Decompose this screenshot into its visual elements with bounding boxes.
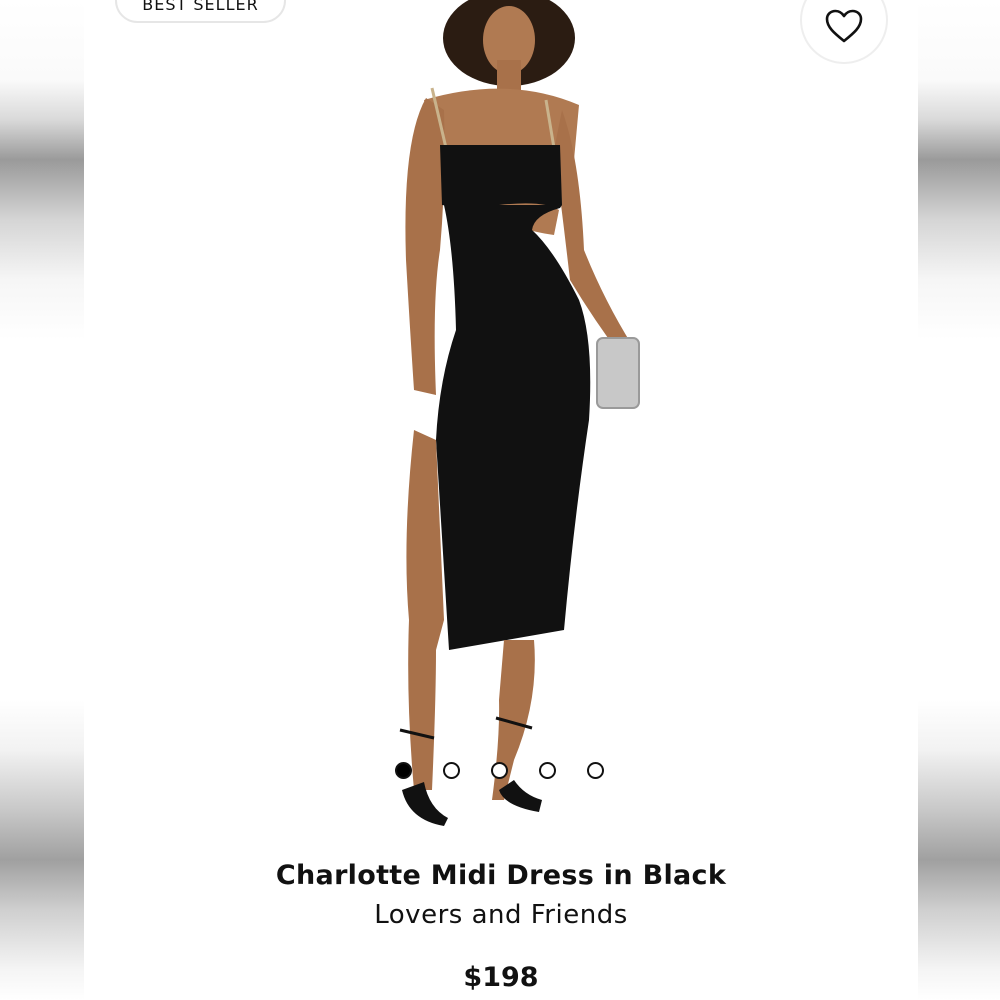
product-brand[interactable]: Lovers and Friends	[84, 900, 918, 930]
product-price: $198	[463, 962, 539, 993]
background-right-panel	[918, 0, 1000, 1000]
carousel-indicator	[395, 762, 604, 779]
product-card[interactable]: BEST SELLER Charlotte Midi Dress in Blac…	[84, 0, 918, 1000]
product-image[interactable]	[84, 0, 918, 845]
best-seller-badge: BEST SELLER	[115, 0, 286, 23]
carousel-dot-4[interactable]	[539, 762, 556, 779]
product-title[interactable]: Charlotte Midi Dress in Black	[84, 860, 918, 891]
background-left-panel	[0, 0, 84, 1000]
carousel-dot-2[interactable]	[443, 762, 460, 779]
carousel-dot-1[interactable]	[395, 762, 412, 779]
carousel-dot-5[interactable]	[587, 762, 604, 779]
heart-icon	[825, 9, 863, 43]
carousel-dot-3[interactable]	[491, 762, 508, 779]
